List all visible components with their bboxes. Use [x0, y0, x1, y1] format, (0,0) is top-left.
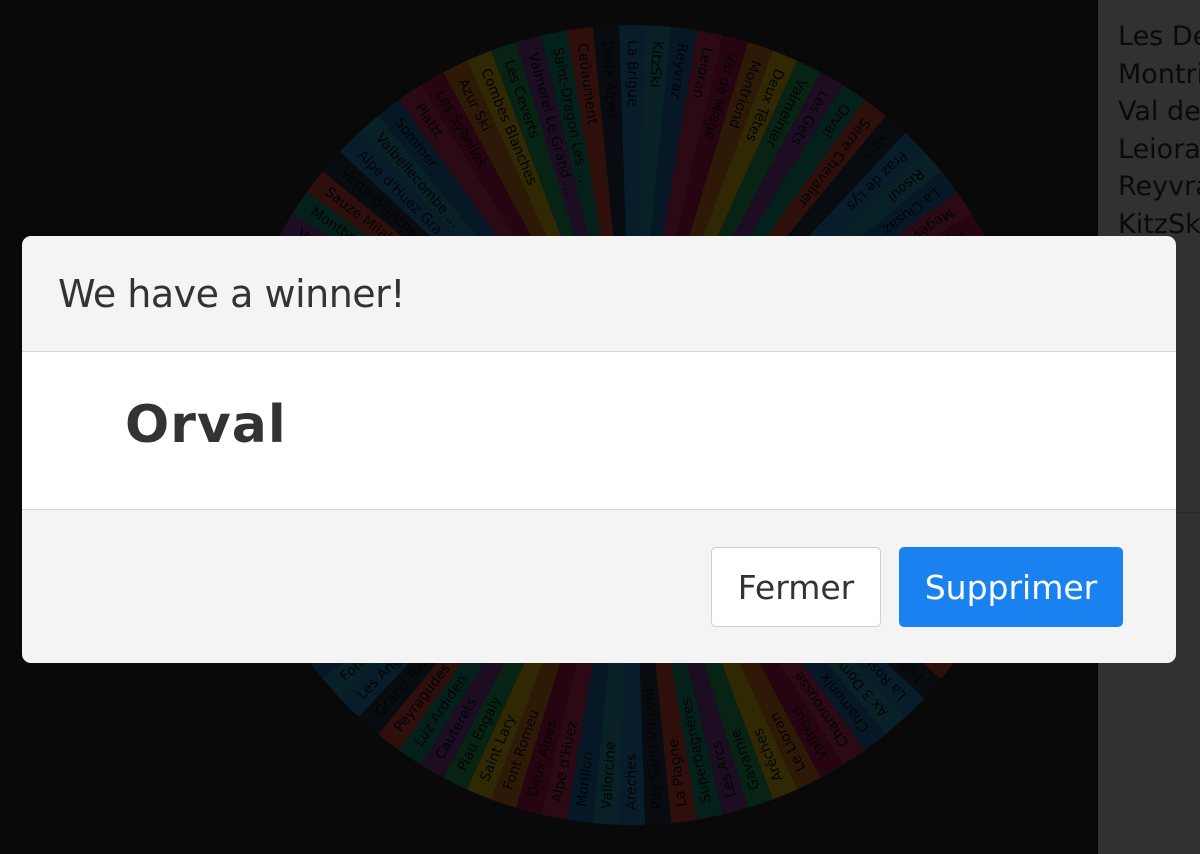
close-button[interactable]: Fermer	[711, 547, 881, 627]
winner-dialog: We have a winner! Orval Fermer Supprimer	[22, 236, 1176, 663]
dialog-body: Orval	[22, 352, 1176, 510]
winner-name: Orval	[125, 394, 287, 455]
dialog-header: We have a winner!	[22, 236, 1176, 352]
dialog-footer: Fermer Supprimer	[22, 510, 1176, 663]
delete-button[interactable]: Supprimer	[899, 547, 1123, 627]
dialog-title: We have a winner!	[58, 271, 406, 316]
